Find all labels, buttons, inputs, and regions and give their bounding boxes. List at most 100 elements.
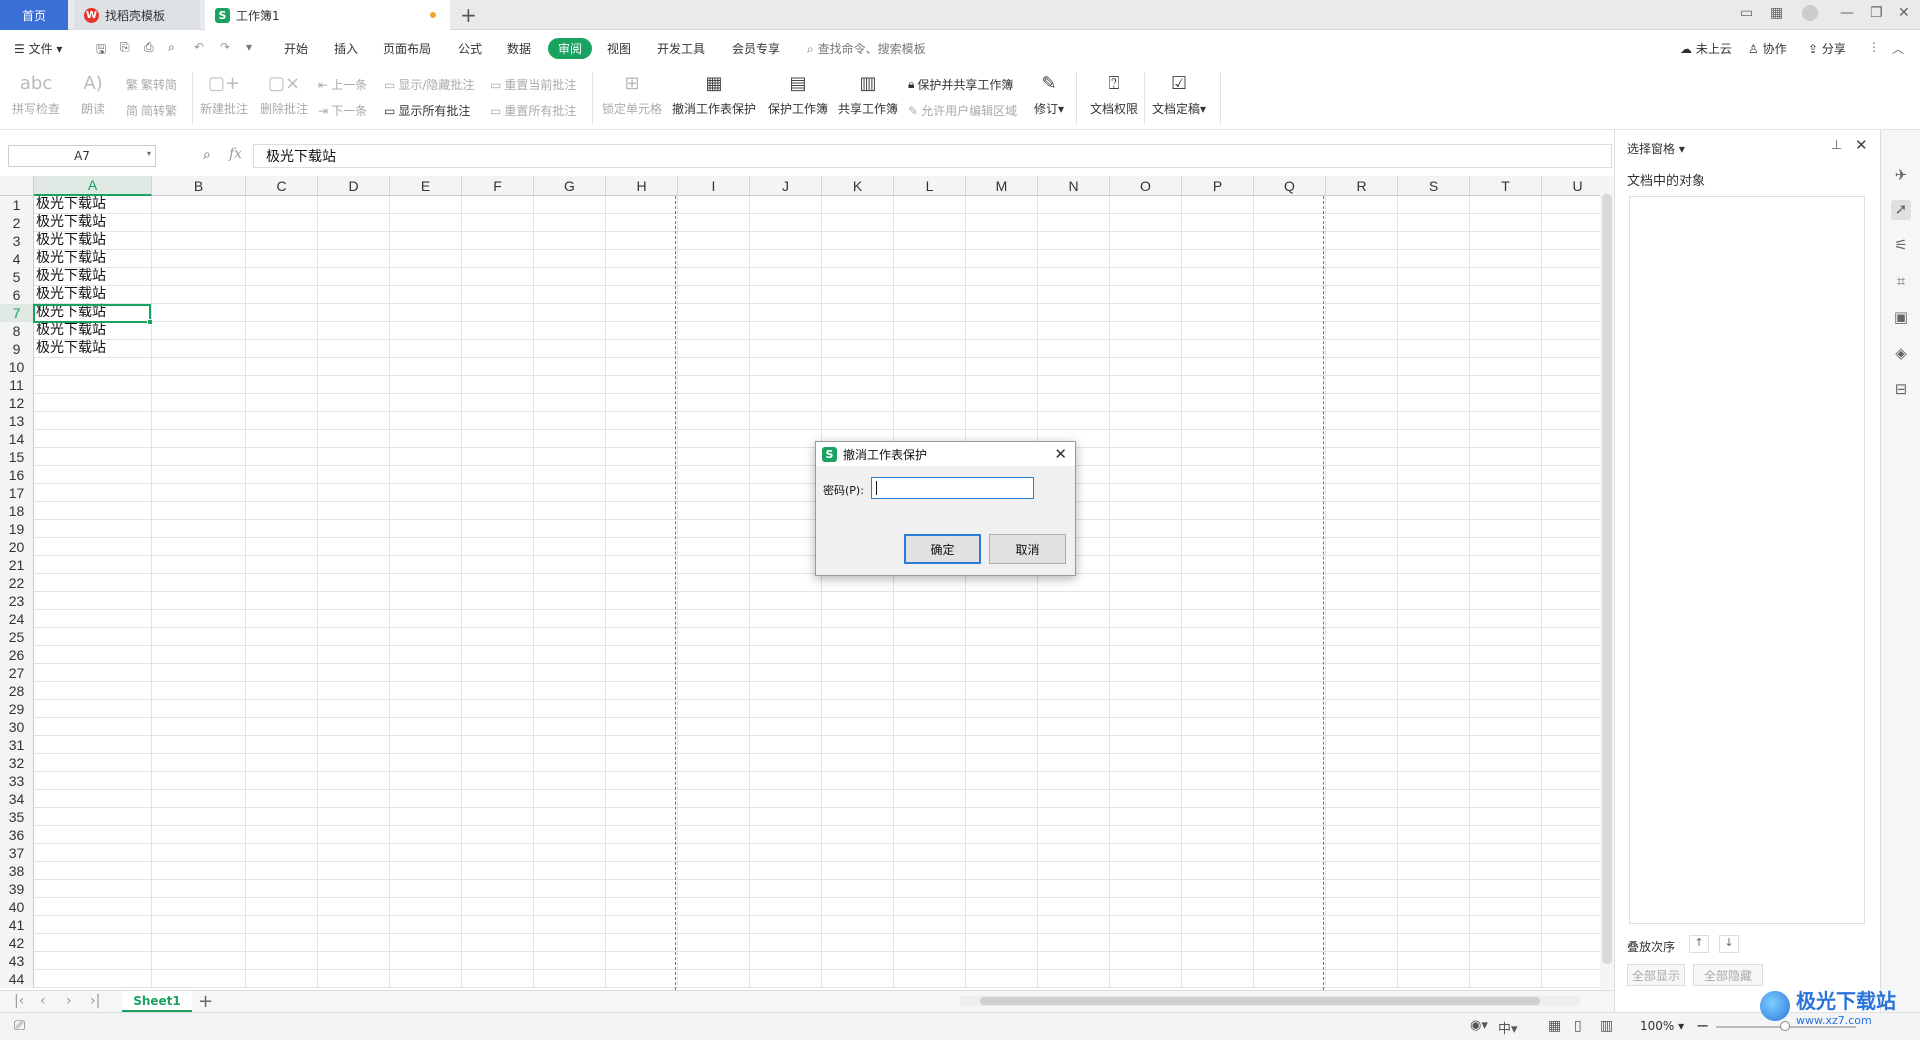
- cell-o33[interactable]: [1110, 772, 1182, 790]
- cell-q25[interactable]: [1254, 628, 1326, 646]
- row-header-39[interactable]: 39: [0, 880, 34, 898]
- cell-j14[interactable]: [750, 430, 822, 448]
- cell-l41[interactable]: [894, 916, 966, 934]
- cell-h5[interactable]: [606, 268, 678, 286]
- cell-c37[interactable]: [246, 844, 318, 862]
- cell-j36[interactable]: [750, 826, 822, 844]
- cell-o32[interactable]: [1110, 754, 1182, 772]
- cell-q29[interactable]: [1254, 700, 1326, 718]
- send-backward-icon[interactable]: ↓: [1719, 935, 1739, 953]
- cell-c28[interactable]: [246, 682, 318, 700]
- layout-icon[interactable]: ▭: [1740, 5, 1753, 21]
- cell-n30[interactable]: [1038, 718, 1110, 736]
- cell-m6[interactable]: [966, 286, 1038, 304]
- cell-q18[interactable]: [1254, 502, 1326, 520]
- cell-k34[interactable]: [822, 790, 894, 808]
- cell-k41[interactable]: [822, 916, 894, 934]
- cell-e6[interactable]: [390, 286, 462, 304]
- cell-m39[interactable]: [966, 880, 1038, 898]
- cell-g3[interactable]: [534, 232, 606, 250]
- cell-k35[interactable]: [822, 808, 894, 826]
- cell-a31[interactable]: [34, 736, 152, 754]
- cell-g1[interactable]: [534, 196, 606, 214]
- cell-n1[interactable]: [1038, 196, 1110, 214]
- cell-f42[interactable]: [462, 934, 534, 952]
- cell-h1[interactable]: [606, 196, 678, 214]
- cell-o25[interactable]: [1110, 628, 1182, 646]
- cell-h38[interactable]: [606, 862, 678, 880]
- prev-comment-button[interactable]: ⇤ 上一条: [318, 76, 367, 93]
- fx-icon[interactable]: fx: [229, 146, 242, 162]
- command-search[interactable]: ⌕ 查找命令、搜索模板: [807, 40, 926, 57]
- cell-t8[interactable]: [1470, 322, 1542, 340]
- cell-n8[interactable]: [1038, 322, 1110, 340]
- cell-b27[interactable]: [152, 664, 246, 682]
- menu-page-layout[interactable]: 页面布局: [383, 40, 431, 57]
- cell-g7[interactable]: [534, 304, 606, 322]
- cell-s17[interactable]: [1398, 484, 1470, 502]
- cell-b19[interactable]: [152, 520, 246, 538]
- cell-e2[interactable]: [390, 214, 462, 232]
- cell-k2[interactable]: [822, 214, 894, 232]
- cell-s30[interactable]: [1398, 718, 1470, 736]
- cell-r22[interactable]: [1326, 574, 1398, 592]
- cell-o12[interactable]: [1110, 394, 1182, 412]
- cell-j43[interactable]: [750, 952, 822, 970]
- cell-f19[interactable]: [462, 520, 534, 538]
- cell-s26[interactable]: [1398, 646, 1470, 664]
- cell-m41[interactable]: [966, 916, 1038, 934]
- cell-s22[interactable]: [1398, 574, 1470, 592]
- cell-t38[interactable]: [1470, 862, 1542, 880]
- cell-p3[interactable]: [1182, 232, 1254, 250]
- cell-j38[interactable]: [750, 862, 822, 880]
- cell-b43[interactable]: [152, 952, 246, 970]
- cell-p44[interactable]: [1182, 970, 1254, 988]
- cell-b11[interactable]: [152, 376, 246, 394]
- cell-f39[interactable]: [462, 880, 534, 898]
- row-header-25[interactable]: 25: [0, 628, 34, 646]
- cell-k30[interactable]: [822, 718, 894, 736]
- cell-s38[interactable]: [1398, 862, 1470, 880]
- cell-b8[interactable]: [152, 322, 246, 340]
- cell-j32[interactable]: [750, 754, 822, 772]
- cell-b13[interactable]: [152, 412, 246, 430]
- cell-i3[interactable]: [678, 232, 750, 250]
- cell-a5[interactable]: 极光下载站: [34, 268, 152, 286]
- show-all-comments-button[interactable]: ▭ 显示所有批注: [384, 102, 470, 119]
- location-icon[interactable]: ◈: [1891, 344, 1911, 364]
- cell-e36[interactable]: [390, 826, 462, 844]
- cell-k39[interactable]: [822, 880, 894, 898]
- row-header-28[interactable]: 28: [0, 682, 34, 700]
- cell-n31[interactable]: [1038, 736, 1110, 754]
- cell-g9[interactable]: [534, 340, 606, 358]
- prev-sheet-icon[interactable]: ‹: [40, 993, 46, 1009]
- cell-d18[interactable]: [318, 502, 390, 520]
- cell-q3[interactable]: [1254, 232, 1326, 250]
- cell-j1[interactable]: [750, 196, 822, 214]
- cell-p2[interactable]: [1182, 214, 1254, 232]
- cell-g28[interactable]: [534, 682, 606, 700]
- cell-l35[interactable]: [894, 808, 966, 826]
- cell-l26[interactable]: [894, 646, 966, 664]
- cell-t21[interactable]: [1470, 556, 1542, 574]
- menu-member[interactable]: 会员专享: [732, 40, 780, 57]
- cell-h10[interactable]: [606, 358, 678, 376]
- cell-f8[interactable]: [462, 322, 534, 340]
- cell-m40[interactable]: [966, 898, 1038, 916]
- cell-n25[interactable]: [1038, 628, 1110, 646]
- cell-m22[interactable]: [966, 574, 1038, 592]
- tab-home[interactable]: 首页: [0, 0, 68, 30]
- cell-j24[interactable]: [750, 610, 822, 628]
- cell-f27[interactable]: [462, 664, 534, 682]
- cell-h17[interactable]: [606, 484, 678, 502]
- cell-j27[interactable]: [750, 664, 822, 682]
- cell-p12[interactable]: [1182, 394, 1254, 412]
- cell-n24[interactable]: [1038, 610, 1110, 628]
- cell-n9[interactable]: [1038, 340, 1110, 358]
- row-header-27[interactable]: 27: [0, 664, 34, 682]
- row-header-41[interactable]: 41: [0, 916, 34, 934]
- row-header-10[interactable]: 10: [0, 358, 34, 376]
- protect-workbook-button[interactable]: ▤ 保护工作簿: [768, 70, 828, 117]
- cell-c41[interactable]: [246, 916, 318, 934]
- cell-g17[interactable]: [534, 484, 606, 502]
